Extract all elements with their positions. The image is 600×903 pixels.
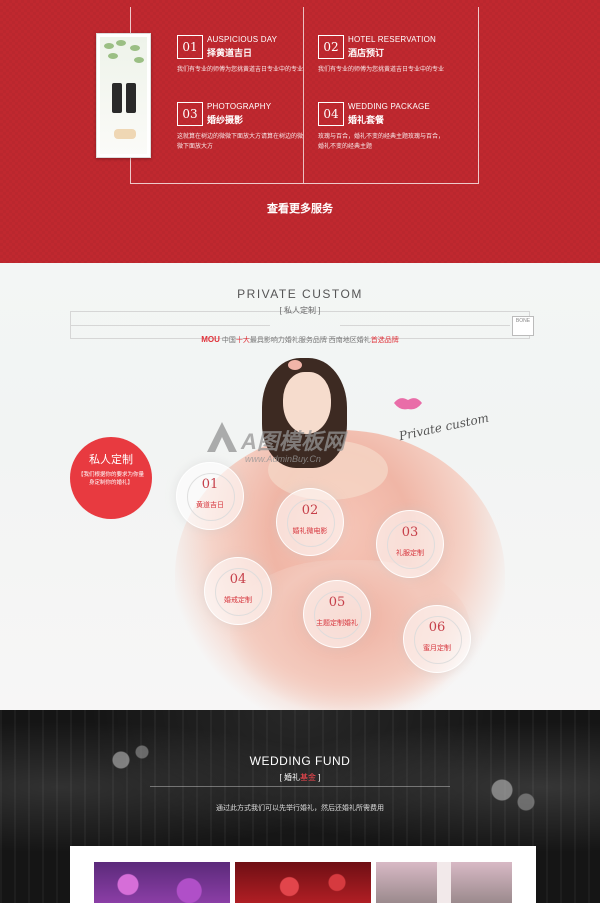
wedding-fund-subtitle: [ 婚礼基金 ] [0,772,600,783]
option-label: 婚戒定制 [224,597,252,604]
wedding-card-image [96,33,151,158]
gallery-image[interactable] [94,862,230,903]
service-number: 02 [318,35,344,59]
divider [150,786,450,787]
option-number: 01 [201,477,219,492]
private-custom-subtitle: [ 私人定制 ] [279,306,321,315]
brand-badge: BONE [512,316,534,336]
wedding-fund-description: 通过此方式我们可以先举行婚礼，然后还婚礼所需费用 [216,805,384,812]
service-title-cn: 婚纱摄影 [207,115,244,125]
custom-option-theme-wedding[interactable]: 05 主题定制婚礼 [303,580,371,648]
option-number: 02 [301,503,319,518]
option-number: 05 [328,595,346,610]
service-title-en: WEDDING PACKAGE [348,102,430,111]
option-label: 婚礼微电影 [292,528,328,535]
service-title-en: PHOTOGRAPHY [207,102,272,111]
slogan-text: 最具影响力婚礼服务品牌 西南地区婚礼 [249,337,371,344]
wedding-fund-title: WEDDING FUND [249,754,351,768]
slogan-highlight: 首选品牌 [370,337,399,344]
custom-option-auspicious-day[interactable]: 01 黄道吉日 [176,462,244,530]
service-title-cn: 婚礼套餐 [348,115,385,125]
services-divider [303,7,304,183]
more-services-link[interactable]: 查看更多服务 [230,200,370,216]
custom-option-dress[interactable]: 03 礼服定制 [376,510,444,578]
badge-title: 私人定制 [89,454,133,466]
service-number: 04 [318,102,344,126]
slogan-highlight: 十大 [235,337,250,344]
option-label: 主题定制婚礼 [316,620,358,627]
custom-option-micro-film[interactable]: 02 婚礼微电影 [276,488,344,556]
option-label: 黄道吉日 [196,502,224,509]
option-number: 04 [229,572,247,587]
option-label: 礼服定制 [396,550,424,557]
divider [70,325,270,326]
lips-icon [394,398,422,410]
service-title-en: HOTEL RESERVATION [348,35,437,44]
service-description: 这就算在树边的微微下面放大方请算在树边的微微下面放大方 [177,134,304,150]
service-title-cn: 择黄道吉日 [207,48,253,58]
custom-option-ring[interactable]: 04 婚戒定制 [204,557,272,625]
badge-description: 【我们根据你的要求为你量身定制你的婚礼】 [77,472,144,486]
watermark-url: www.AdminBuy.Cn [245,454,321,464]
services-frame [130,7,479,184]
subtitle-highlight: 基金 [300,773,316,782]
divider [340,325,510,326]
subtitle-text: [ 婚礼 [279,773,300,782]
option-number: 03 [401,525,419,540]
service-number: 03 [177,102,203,126]
brand-slogan: MOU 中国十大最具影响力婚礼服务品牌 西南地区婚礼首选品牌 [0,335,600,345]
watermark-logo-icon [207,422,237,452]
service-description: 我们有专业的师傅为您挑黄道吉日专业中的专业 [318,67,445,73]
service-description: 我们有专业的师傅为您挑黄道吉日专业中的专业 [177,67,304,73]
custom-option-honeymoon[interactable]: 06 蜜月定制 [403,605,471,673]
private-custom-title: PRIVATE CUSTOM [237,287,363,301]
private-custom-badge: 私人定制 【我们根据你的要求为你量身定制你的婚礼】 [70,437,152,519]
hair-flower [288,360,302,370]
service-description: 玫瑰与百合，婚礼不变的经典主题玫瑰与百合，婚礼不变的经典主题 [318,134,445,150]
service-number: 01 [177,35,203,59]
brand-name: MOU [201,335,220,344]
subtitle-text: ] [316,773,321,782]
slogan-text: 中国 [221,337,236,344]
service-title-en: AUSPICIOUS DAY [207,35,278,44]
gallery-image[interactable] [235,862,371,903]
watermark-text: A图模板网 [241,429,345,454]
option-label: 蜜月定制 [423,645,451,652]
option-number: 06 [428,620,446,635]
service-title-cn: 酒店预订 [348,48,385,58]
gallery-image[interactable] [376,862,512,903]
